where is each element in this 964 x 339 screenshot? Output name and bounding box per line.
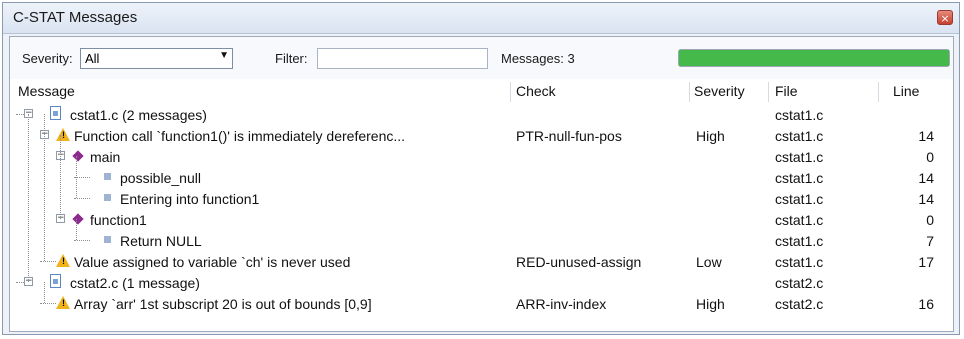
row-file: cstat2.c [775,275,824,291]
tree-line [40,261,56,262]
row-message: Entering into function1 [120,191,260,207]
row-message: possible_null [120,170,201,186]
tree-line [16,114,24,115]
tree-line [40,303,56,304]
column-divider[interactable] [689,82,690,102]
warning-icon: ! [56,296,70,309]
row-message: cstat1.c (2 messages) [70,107,207,123]
row-line: 14 [918,128,934,144]
filter-input[interactable] [317,48,488,69]
tree-line [16,282,24,283]
row-file: cstat2.c [775,296,824,312]
tree-line [74,198,90,199]
tree-line [44,114,45,261]
window-title: C-STAT Messages [13,9,138,26]
column-line[interactable]: Line [893,79,919,104]
column-check[interactable]: Check [516,79,556,104]
message-list: − cstat1.c (2 messages) cstat1.c − ! Fun… [10,104,953,331]
tree-line [74,240,90,241]
row-message: Return NULL [120,233,202,249]
column-divider[interactable] [768,82,769,102]
step-row[interactable]: Entering into function1 cstat1.c 14 [10,188,953,210]
row-line: 0 [926,149,934,165]
row-check: RED-unused-assign [516,254,642,270]
cstat-messages-window: C-STAT Messages × Severity: All ▼ Filter… [2,2,960,335]
messages-count: Messages: 3 [501,51,575,66]
row-message: main [90,149,121,165]
row-line: 16 [918,296,934,312]
diamond-icon [72,150,84,162]
row-message: function1 [90,212,147,228]
tree-line [44,282,45,303]
message-row[interactable]: ! Array `arr' 1st subscript 20 is out of… [10,293,953,315]
column-message[interactable]: Message [18,79,75,104]
row-file: cstat1.c [775,170,824,186]
function-row[interactable]: − function1 cstat1.c 0 [10,209,953,231]
step-row[interactable]: possible_null cstat1.c 14 [10,167,953,189]
row-line: 7 [926,233,934,249]
row-message: Value assigned to variable `ch' is never… [74,254,351,270]
row-message: Array `arr' 1st subscript 20 is out of b… [74,296,372,312]
messages-panel: Severity: All ▼ Filter: Messages: 3 Mess… [9,36,954,332]
row-severity: High [696,296,725,312]
tree-line [76,156,77,198]
close-icon[interactable]: × [937,10,953,25]
step-row[interactable]: Return NULL cstat1.c 7 [10,230,953,252]
row-file: cstat1.c [775,107,824,123]
column-divider[interactable] [878,82,879,102]
square-icon [104,173,111,180]
row-line: 0 [926,212,934,228]
file-icon [50,274,61,288]
row-file: cstat1.c [775,191,824,207]
tree-line [60,135,61,219]
diamond-icon [72,213,84,225]
square-icon [104,236,111,243]
row-check: ARR-inv-index [516,296,607,312]
tree-line [76,219,77,240]
function-row[interactable]: − main cstat1.c 0 [10,146,953,168]
title-bar[interactable]: C-STAT Messages × [3,3,959,34]
file-row[interactable]: − cstat2.c (1 message) cstat2.c [10,272,953,294]
row-line: 14 [918,191,934,207]
row-file: cstat1.c [775,254,824,270]
square-icon [104,194,111,201]
filter-label: Filter: [275,51,308,66]
column-header: Message Check Severity File Line [10,79,953,105]
row-file: cstat1.c [775,233,824,249]
row-message: Function call `function1()' is immediate… [74,128,406,144]
file-icon [50,106,61,120]
severity-value: All [85,51,100,66]
row-severity: Low [696,254,722,270]
row-line: 17 [918,254,934,270]
warning-icon: ! [56,254,70,267]
message-row[interactable]: − ! Function call `function1()' is immed… [10,125,953,147]
column-severity[interactable]: Severity [694,79,745,104]
message-row[interactable]: ! Value assigned to variable `ch' is nev… [10,251,953,273]
tree-line [28,114,29,282]
row-line: 14 [918,170,934,186]
row-file: cstat1.c [775,212,824,228]
column-file[interactable]: File [775,79,798,104]
severity-select[interactable]: All ▼ [80,48,233,69]
file-row[interactable]: − cstat1.c (2 messages) cstat1.c [10,104,953,126]
toolbar: Severity: All ▼ Filter: Messages: 3 [10,37,953,80]
severity-label: Severity: [22,51,73,66]
row-severity: High [696,128,725,144]
chevron-down-icon: ▼ [219,50,229,61]
warning-icon: ! [56,128,70,141]
row-file: cstat1.c [775,149,824,165]
row-check: PTR-null-fun-pos [516,128,622,144]
row-message: cstat2.c (1 message) [70,275,200,291]
progress-fill [679,50,949,66]
column-divider[interactable] [510,82,511,102]
progress-bar [678,49,950,67]
row-file: cstat1.c [775,128,824,144]
